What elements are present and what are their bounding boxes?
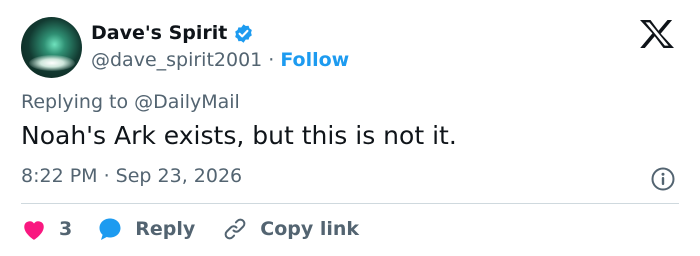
tweet-text: Noah's Ark exists, but this is not it. <box>21 121 457 150</box>
x-logo-icon[interactable] <box>638 19 676 49</box>
avatar[interactable] <box>21 17 82 78</box>
reply-button[interactable]: Reply <box>97 216 222 242</box>
follow-button[interactable]: Follow <box>280 49 349 71</box>
heart-icon <box>21 217 47 241</box>
reply-mention-link[interactable]: @DailyMail <box>134 91 240 113</box>
verified-badge-icon <box>233 23 254 44</box>
avatar-glow <box>29 55 75 71</box>
divider <box>21 203 679 204</box>
handle-separator: · <box>268 49 275 71</box>
link-icon <box>222 216 248 242</box>
like-button[interactable]: 3 <box>21 217 97 241</box>
reply-context: Replying to @DailyMail <box>21 91 240 113</box>
copy-link-label: Copy link <box>260 218 360 240</box>
info-icon[interactable] <box>650 166 676 192</box>
author-handle[interactable]: @dave_spirit2001 <box>91 49 262 71</box>
action-bar: 3 Reply Copy link <box>21 215 359 243</box>
reply-bubble-icon <box>97 216 123 242</box>
tweet-timestamp[interactable]: 8:22 PM · Sep 23, 2026 <box>21 165 242 187</box>
author-display-name[interactable]: Dave's Spirit <box>91 22 227 44</box>
author-handle-row: @dave_spirit2001 · Follow <box>91 47 349 73</box>
reply-label: Reply <box>135 218 196 240</box>
copy-link-button[interactable]: Copy link <box>222 216 359 242</box>
replying-prefix: Replying to <box>21 91 129 113</box>
author-name-row: Dave's Spirit <box>91 20 254 46</box>
like-count: 3 <box>59 218 73 240</box>
